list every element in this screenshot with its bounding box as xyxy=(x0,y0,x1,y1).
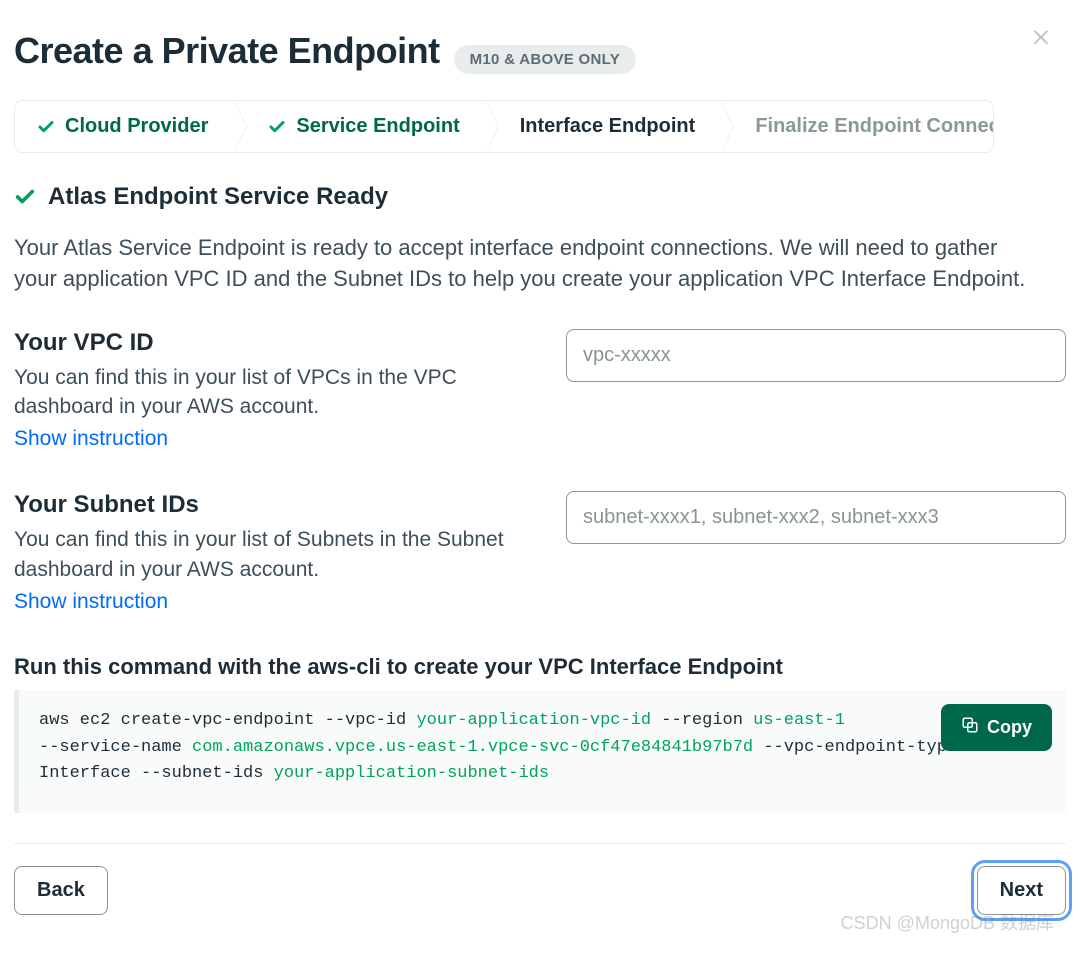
cmd-highlight-service: com.amazonaws.vpce.us-east-1.vpce-svc-0c… xyxy=(192,738,753,757)
vpc-id-label: Your VPC ID xyxy=(14,329,526,357)
page-title: Create a Private Endpoint xyxy=(14,30,440,72)
copy-button[interactable]: Copy xyxy=(941,704,1052,751)
check-icon xyxy=(14,186,36,208)
subnet-ids-desc: You can find this in your list of Subnet… xyxy=(14,525,526,584)
subnet-ids-label: Your Subnet IDs xyxy=(14,491,526,519)
close-icon[interactable] xyxy=(1030,25,1052,52)
vpc-show-instruction-link[interactable]: Show instruction xyxy=(14,427,526,451)
status-title: Atlas Endpoint Service Ready xyxy=(48,183,388,211)
cmd-highlight-region: us-east-1 xyxy=(753,711,845,730)
cmd-highlight-subnets: your-application-subnet-ids xyxy=(274,764,549,783)
divider xyxy=(14,843,1066,844)
command-heading: Run this command with the aws-cli to cre… xyxy=(14,654,1066,680)
step-label: Interface Endpoint xyxy=(520,115,696,138)
subnet-show-instruction-link[interactable]: Show instruction xyxy=(14,590,526,614)
vpc-id-input[interactable] xyxy=(566,329,1066,382)
cmd-text: --region xyxy=(651,711,753,730)
step-cloud-provider[interactable]: Cloud Provider xyxy=(15,101,234,152)
cmd-text: --service-name xyxy=(39,738,192,757)
step-label: Cloud Provider xyxy=(65,115,208,138)
footer: Back Next xyxy=(14,866,1066,915)
step-interface-endpoint[interactable]: Interface Endpoint xyxy=(486,101,722,152)
cli-command-block: Copy aws ec2 create-vpc-endpoint --vpc-i… xyxy=(14,690,1066,813)
copy-label: Copy xyxy=(987,717,1032,738)
copy-icon xyxy=(961,716,979,739)
cmd-text: aws ec2 create-vpc-endpoint --vpc-id xyxy=(39,711,416,730)
step-label: Service Endpoint xyxy=(296,115,459,138)
vpc-id-desc: You can find this in your list of VPCs i… xyxy=(14,363,526,422)
cmd-highlight-vpc: your-application-vpc-id xyxy=(416,711,651,730)
step-service-endpoint[interactable]: Service Endpoint xyxy=(234,101,485,152)
status-row: Atlas Endpoint Service Ready xyxy=(14,183,1066,211)
check-icon xyxy=(37,118,55,136)
wizard-stepper: Cloud Provider Service Endpoint Interfac… xyxy=(14,100,994,153)
subnet-ids-section: Your Subnet IDs You can find this in you… xyxy=(14,491,1066,614)
step-finalize[interactable]: Finalize Endpoint Connection xyxy=(721,101,994,152)
subnet-ids-input[interactable] xyxy=(566,491,1066,544)
intro-text: Your Atlas Service Endpoint is ready to … xyxy=(14,233,1034,295)
check-icon xyxy=(268,118,286,136)
step-label: Finalize Endpoint Connection xyxy=(755,115,994,138)
next-button[interactable]: Next xyxy=(977,866,1066,915)
vpc-id-section: Your VPC ID You can find this in your li… xyxy=(14,329,1066,452)
back-button[interactable]: Back xyxy=(14,866,108,915)
tier-badge: M10 & ABOVE ONLY xyxy=(454,45,636,74)
